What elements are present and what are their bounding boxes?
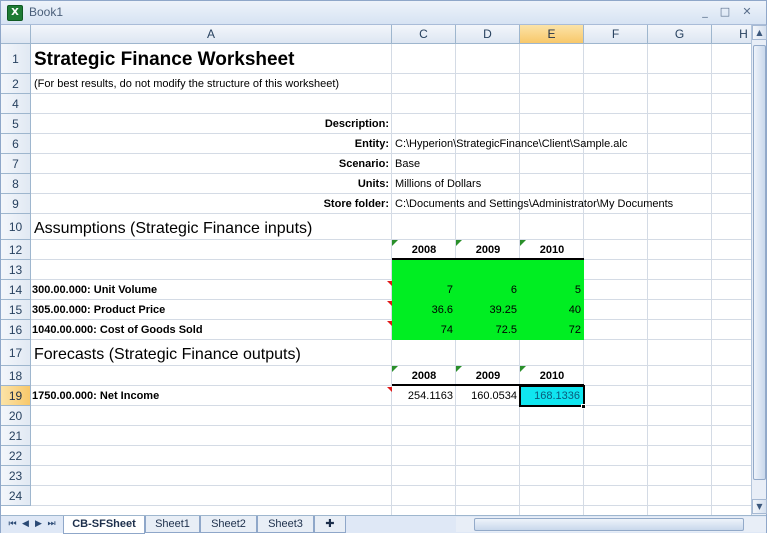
gridline: [31, 425, 751, 426]
assumption-value[interactable]: 36.6: [392, 300, 456, 320]
assumption-value[interactable]: 7: [392, 280, 456, 300]
minimize-button[interactable]: _: [697, 5, 713, 19]
entity-label[interactable]: Entity:: [31, 134, 392, 154]
insert-sheet-icon[interactable]: ✚: [314, 516, 346, 533]
gridline: [31, 485, 751, 486]
excel-icon[interactable]: X: [7, 5, 23, 21]
row-header-2[interactable]: 2: [1, 74, 31, 94]
horizontal-scrollbar[interactable]: [456, 517, 766, 532]
last-sheet-icon[interactable]: ⏭: [46, 518, 57, 531]
excel-window: X Book1 _ □ ✕ A C D E F G H 1 2 4 5 6 7 …: [0, 0, 767, 534]
entity-value[interactable]: C:\Hyperion\StrategicFinance\Client\Samp…: [395, 134, 627, 154]
select-all-corner[interactable]: [1, 25, 31, 44]
close-button[interactable]: ✕: [739, 5, 755, 19]
assumptions-year-2008[interactable]: 2008: [392, 240, 456, 260]
tab-sheet3[interactable]: Sheet3: [257, 516, 314, 533]
forecasts-year-2010[interactable]: 2010: [520, 366, 584, 386]
row-header-17[interactable]: 17: [1, 340, 31, 366]
units-label[interactable]: Units:: [31, 174, 392, 194]
assumption-value[interactable]: 72.5: [456, 320, 520, 340]
row-header-12[interactable]: 12: [1, 240, 31, 260]
window-title: Book1: [29, 5, 64, 19]
column-header-a[interactable]: A: [31, 25, 392, 44]
title-bar: X Book1 _ □ ✕: [1, 1, 766, 25]
worksheet-title[interactable]: Strategic Finance Worksheet: [34, 45, 294, 75]
assumption-label-cogs[interactable]: 1040.00.000: Cost of Goods Sold: [32, 320, 203, 340]
row-header-20[interactable]: 20: [1, 406, 31, 426]
assumption-label-unit-volume[interactable]: 300.00.000: Unit Volume: [32, 280, 157, 300]
store-folder-label[interactable]: Store folder:: [31, 194, 392, 214]
assumptions-year-2010[interactable]: 2010: [520, 240, 584, 260]
row-header-5[interactable]: 5: [1, 114, 31, 134]
tab-cb-sfsheet[interactable]: CB-SFSheet: [63, 516, 145, 534]
assumption-value[interactable]: 74: [392, 320, 456, 340]
store-folder-value[interactable]: C:\Documents and Settings\Administrator\…: [395, 194, 673, 214]
row-header-9[interactable]: 9: [1, 194, 31, 214]
column-header-e[interactable]: E: [520, 25, 584, 44]
column-header-d[interactable]: D: [456, 25, 520, 44]
prev-sheet-icon[interactable]: ◀: [20, 518, 31, 531]
forecasts-heading[interactable]: Forecasts (Strategic Finance outputs): [34, 344, 301, 366]
description-label[interactable]: Description:: [31, 114, 392, 134]
assumption-label-product-price[interactable]: 305.00.000: Product Price: [32, 300, 165, 320]
column-header-h[interactable]: H: [712, 25, 751, 44]
forecast-value: 168.1336: [534, 390, 580, 402]
active-cell-e19[interactable]: 168.1336: [519, 385, 585, 407]
gridline: [31, 465, 751, 466]
row-header-1[interactable]: 1: [1, 44, 31, 74]
tab-sheet1[interactable]: Sheet1: [145, 516, 200, 533]
fill-handle[interactable]: [581, 404, 586, 409]
forecast-label-net-income[interactable]: 1750.00.000: Net Income: [32, 386, 159, 406]
column-header-g[interactable]: G: [648, 25, 712, 44]
scroll-down-icon[interactable]: ▼: [752, 499, 767, 514]
row-header-24[interactable]: 24: [1, 486, 31, 506]
assumption-value[interactable]: 39.25: [456, 300, 520, 320]
vertical-scrollbar[interactable]: ▲ ▼: [751, 25, 767, 515]
worksheet-note[interactable]: (For best results, do not modify the str…: [34, 74, 339, 94]
units-value[interactable]: Millions of Dollars: [395, 174, 481, 194]
gridline: [31, 445, 751, 446]
row-header-16[interactable]: 16: [1, 320, 31, 340]
first-sheet-icon[interactable]: ⏮: [7, 518, 18, 531]
assumptions-heading[interactable]: Assumptions (Strategic Finance inputs): [34, 218, 312, 240]
forecasts-year-2008[interactable]: 2008: [392, 366, 456, 386]
forecasts-year-2009[interactable]: 2009: [456, 366, 520, 386]
column-header-f[interactable]: F: [584, 25, 648, 44]
assumption-value[interactable]: 72: [520, 320, 584, 340]
horizontal-scroll-thumb[interactable]: [474, 518, 744, 531]
row-header-23[interactable]: 23: [1, 466, 31, 486]
row-header-4[interactable]: 4: [1, 94, 31, 114]
assumptions-year-2009[interactable]: 2009: [456, 240, 520, 260]
gridline: [31, 259, 751, 260]
forecast-value[interactable]: 254.1163: [392, 386, 456, 406]
assumption-value[interactable]: 5: [520, 280, 584, 300]
row-header-7[interactable]: 7: [1, 154, 31, 174]
tab-sheet2[interactable]: Sheet2: [200, 516, 257, 533]
row-header-13[interactable]: 13: [1, 260, 31, 280]
gridline: [31, 505, 751, 506]
scenario-label[interactable]: Scenario:: [31, 154, 392, 174]
vertical-scroll-thumb[interactable]: [753, 45, 766, 480]
scroll-up-icon[interactable]: ▲: [752, 25, 767, 40]
row-header-14[interactable]: 14: [1, 280, 31, 300]
row-header-6[interactable]: 6: [1, 134, 31, 154]
row-header-10[interactable]: 10: [1, 214, 31, 240]
column-header-c[interactable]: C: [392, 25, 456, 44]
row-header-19[interactable]: 19: [1, 386, 31, 406]
restore-button[interactable]: □: [717, 5, 733, 19]
row-header-18[interactable]: 18: [1, 366, 31, 386]
forecast-value[interactable]: 160.0534: [456, 386, 520, 406]
row-header-21[interactable]: 21: [1, 426, 31, 446]
sheet-tab-bar: ⏮ ◀ ▶ ⏭ CB-SFSheet Sheet1 Sheet2 Sheet3 …: [1, 515, 766, 534]
worksheet-grid[interactable]: A C D E F G H 1 2 4 5 6 7 8 9 10 12 13 1…: [1, 25, 751, 515]
row-header-15[interactable]: 15: [1, 300, 31, 320]
next-sheet-icon[interactable]: ▶: [33, 518, 44, 531]
assumption-value[interactable]: 40: [520, 300, 584, 320]
assumption-value[interactable]: 6: [456, 280, 520, 300]
row-header-22[interactable]: 22: [1, 446, 31, 466]
row-header-8[interactable]: 8: [1, 174, 31, 194]
scenario-value[interactable]: Base: [395, 154, 420, 174]
